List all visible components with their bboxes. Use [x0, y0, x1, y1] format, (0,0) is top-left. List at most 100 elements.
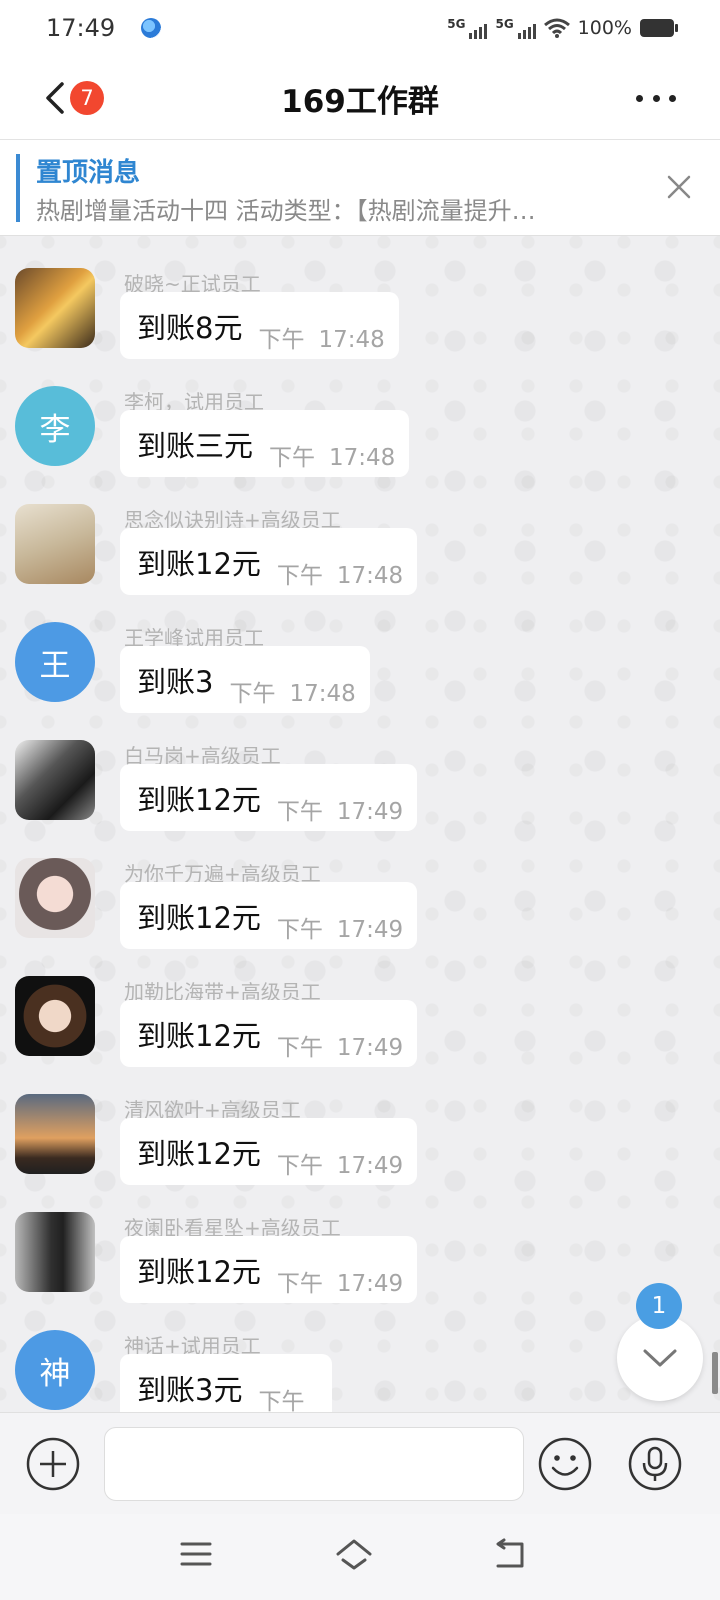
signal-5g-icon: 5G: [495, 17, 536, 39]
message-clock: 17:48: [336, 562, 404, 589]
avatar-letter: 神: [39, 1355, 71, 1392]
page-title: 169工作群: [281, 84, 439, 120]
chevron-down-icon: [643, 1349, 677, 1367]
avatar[interactable]: [15, 504, 95, 584]
composer: [0, 1412, 720, 1514]
message-bubble[interactable]: 到账12元 下午 17:49: [120, 1236, 418, 1303]
status-time: 17:49: [46, 14, 116, 42]
message-bubble[interactable]: 到账12元 下午 17:49: [120, 882, 418, 949]
status-bar: 17:49 5G 5G 100%: [0, 0, 720, 56]
message-ampm: 下午: [276, 1034, 323, 1061]
microphone-icon[interactable]: [627, 1436, 683, 1492]
avatar[interactable]: [15, 1212, 95, 1292]
message-ampm: 下午: [276, 562, 323, 589]
avatar[interactable]: [15, 976, 95, 1056]
message-clock: 17:48: [318, 326, 385, 353]
message-clock: 17:49: [336, 916, 404, 943]
message-clock: 17:49: [336, 1270, 404, 1297]
chat-header: 7 169工作群: [0, 56, 720, 140]
message-input[interactable]: [104, 1427, 524, 1501]
message-text: 到账8元: [137, 310, 243, 345]
avatar[interactable]: [15, 1094, 95, 1174]
message-text: 到账12元: [137, 1254, 261, 1289]
message-bubble[interactable]: 到账3元 下午: [120, 1354, 333, 1413]
message-clock: 17:49: [336, 798, 404, 825]
more-icon[interactable]: [636, 84, 676, 112]
emoji-icon[interactable]: [537, 1436, 593, 1492]
message-time: 下午 17:48: [258, 320, 384, 354]
message-ampm: 下午: [276, 798, 323, 825]
pinned-title: 置顶消息: [36, 158, 141, 188]
avatar[interactable]: 神: [15, 1330, 95, 1410]
battery-icon: [640, 19, 678, 37]
avatar[interactable]: 王: [15, 622, 95, 702]
message-item: 为你千万遍+高级员工 到账12元 下午 17:49: [0, 858, 720, 978]
scrollbar[interactable]: [712, 1352, 718, 1394]
message-bubble[interactable]: 到账12元 下午 17:49: [120, 764, 418, 831]
message-bubble[interactable]: 到账三元 下午 17:48: [120, 410, 410, 477]
avatar-letter: 李: [39, 411, 71, 448]
message-item: 神 神话+试用员工 到账3元 下午: [0, 1330, 720, 1412]
add-icon[interactable]: [25, 1436, 81, 1492]
back-nav-icon[interactable]: [490, 1536, 530, 1572]
avatar[interactable]: [15, 268, 95, 348]
message-text: 到账12元: [137, 900, 261, 935]
message-ampm: 下午: [276, 916, 323, 943]
message-time: 下午 17:48: [269, 438, 395, 472]
message-ampm: 下午: [269, 444, 316, 471]
menu-icon[interactable]: [176, 1536, 216, 1572]
message-item: 李 李柯，试用员工 到账三元 下午 17:48: [0, 386, 720, 506]
close-icon[interactable]: [664, 172, 694, 202]
message-bubble[interactable]: 到账12元 下午 17:49: [120, 1000, 418, 1067]
message-ampm: 下午: [229, 680, 276, 707]
message-bubble[interactable]: 到账12元 下午 17:48: [120, 528, 418, 595]
network-type-2: 5G: [495, 17, 514, 31]
pinned-text: 热剧增量活动十四 活动类型：【热剧流量提升…: [36, 197, 536, 225]
message-clock: 17:49: [336, 1034, 404, 1061]
message-clock: 17:48: [329, 444, 396, 471]
system-nav-bar: [0, 1514, 720, 1600]
message-item: 王 王学峰试用员工 到账3 下午 17:48: [0, 622, 720, 742]
message-time: 下午 17:49: [277, 792, 403, 826]
avatar-letter: 王: [39, 647, 71, 684]
message-bubble[interactable]: 到账8元 下午 17:48: [120, 292, 399, 359]
message-item: 破晓~正试员工 到账8元 下午 17:48: [0, 268, 720, 388]
pinned-message[interactable]: 置顶消息 热剧增量活动十四 活动类型：【热剧流量提升…: [0, 140, 720, 236]
message-ampm: 下午: [258, 1388, 305, 1413]
message-time: 下午: [258, 1382, 318, 1413]
message-time: 下午 17:48: [229, 674, 355, 708]
message-item: 思念似诀别诗+高级员工 到账12元 下午 17:48: [0, 504, 720, 624]
message-ampm: 下午: [258, 326, 305, 353]
message-text: 到账3元: [137, 1372, 243, 1407]
signal-5g-icon: 5G: [447, 17, 488, 39]
avatar[interactable]: [15, 740, 95, 820]
message-ampm: 下午: [276, 1152, 323, 1179]
message-text: 到账三元: [137, 428, 254, 463]
network-type-1: 5G: [447, 17, 466, 31]
message-item: 白马岗+高级员工 到账12元 下午 17:49: [0, 740, 720, 860]
message-time: 下午 17:49: [277, 910, 403, 944]
wifi-icon: [543, 18, 570, 38]
message-text: 到账12元: [137, 1136, 261, 1171]
message-text: 到账12元: [137, 1018, 261, 1053]
message-time: 下午 17:49: [277, 1264, 403, 1298]
message-item: 加勒比海带+高级员工 到账12元 下午 17:49: [0, 976, 720, 1096]
avatar[interactable]: 李: [15, 386, 95, 466]
pinned-accent-bar: [16, 154, 20, 222]
home-icon[interactable]: [334, 1536, 374, 1572]
message-clock: 17:48: [289, 680, 356, 707]
message-bubble[interactable]: 到账3 下午 17:48: [120, 646, 370, 713]
new-message-badge: 1: [636, 1283, 682, 1329]
avatar[interactable]: [15, 858, 95, 938]
message-list[interactable]: 破晓~正试员工 到账8元 下午 17:48 李 李柯，试用员工 到账三元 下午 17…: [0, 236, 720, 1412]
message-time: 下午 17:49: [277, 1028, 403, 1062]
message-item: 清风欲叶+高级员工 到账12元 下午 17:49: [0, 1094, 720, 1214]
message-time: 下午 17:48: [277, 556, 403, 590]
message-text: 到账12元: [137, 782, 261, 817]
message-clock: 17:49: [336, 1152, 404, 1179]
app-notification-icon: [141, 18, 162, 38]
message-bubble[interactable]: 到账12元 下午 17:49: [120, 1118, 418, 1185]
battery-percent: 100%: [577, 17, 632, 39]
message-ampm: 下午: [276, 1270, 323, 1297]
message-text: 到账12元: [137, 546, 261, 581]
